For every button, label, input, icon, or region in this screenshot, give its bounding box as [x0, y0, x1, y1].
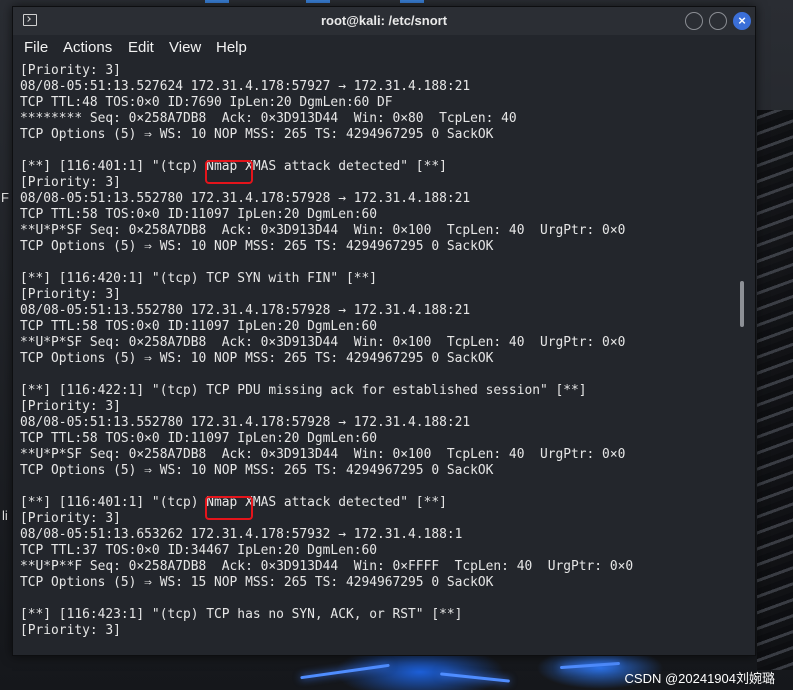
menu-bar: File Actions Edit View Help: [13, 35, 755, 61]
csdn-watermark: CSDN @20241904刘婉璐: [624, 671, 775, 686]
terminal-line: TCP Options (5) ⇒ WS: 10 NOP MSS: 265 TS…: [20, 239, 494, 254]
menu-file[interactable]: File: [24, 39, 48, 56]
terminal-line: **U*P**F Seq: 0×258A7DB8 Ack: 0×3D913D44…: [20, 559, 634, 574]
desktop-text-fragment: F: [1, 190, 9, 205]
panel-indicator: [400, 0, 424, 3]
menu-actions[interactable]: Actions: [63, 39, 112, 56]
terminal-line: [**] [116:401:1] "(tcp) Nmap XMAS attack…: [20, 159, 447, 174]
highlight-nmap: [205, 496, 253, 520]
terminal-line: TCP Options (5) ⇒ WS: 10 NOP MSS: 265 TS…: [20, 127, 494, 142]
minimize-button[interactable]: [685, 12, 703, 30]
menu-edit[interactable]: Edit: [128, 39, 154, 56]
terminal-line: [Priority: 3]: [20, 511, 121, 526]
terminal-lines: [Priority: 3] 08/08-05:51:13.527624 172.3…: [20, 63, 633, 639]
menu-help[interactable]: Help: [216, 39, 247, 56]
terminal-line: [**] [116:420:1] "(tcp) TCP SYN with FIN…: [20, 271, 377, 286]
panel-indicator: [205, 0, 229, 3]
terminal-line: **U*P*SF Seq: 0×258A7DB8 Ack: 0×3D913D44…: [20, 335, 626, 350]
terminal-line: TCP Options (5) ⇒ WS: 10 NOP MSS: 265 TS…: [20, 463, 494, 478]
desktop-text-fragment: li: [2, 508, 8, 523]
panel-indicator: [306, 0, 330, 3]
terminal-line: 08/08-05:51:13.552780 172.31.4.178:57928…: [20, 303, 471, 318]
terminal-line: TCP TTL:58 TOS:0×0 ID:11097 IpLen:20 Dgm…: [20, 207, 377, 222]
terminal-line: [Priority: 3]: [20, 399, 121, 414]
window-titlebar[interactable]: root@kali: /etc/snort ×: [13, 7, 755, 35]
terminal-line: 08/08-05:51:13.527624 172.31.4.178:57927…: [20, 79, 471, 94]
terminal-output[interactable]: [Priority: 3] 08/08-05:51:13.527624 172.3…: [13, 61, 755, 655]
terminal-line: [Priority: 3]: [20, 63, 121, 78]
close-button[interactable]: ×: [733, 12, 751, 30]
terminal-line: 08/08-05:51:13.653262 172.31.4.178:57932…: [20, 527, 463, 542]
terminal-line: TCP Options (5) ⇒ WS: 10 NOP MSS: 265 TS…: [20, 351, 494, 366]
window-title: root@kali: /etc/snort: [320, 13, 448, 28]
maximize-button[interactable]: [709, 12, 727, 30]
terminal-line: [Priority: 3]: [20, 175, 121, 190]
terminal-line: TCP TTL:58 TOS:0×0 ID:11097 IpLen:20 Dgm…: [20, 319, 377, 334]
terminal-line: [**] [116:422:1] "(tcp) TCP PDU missing …: [20, 383, 587, 398]
menu-view[interactable]: View: [169, 39, 201, 56]
terminal-line: 08/08-05:51:13.552780 172.31.4.178:57928…: [20, 191, 471, 206]
terminal-line: TCP TTL:48 TOS:0×0 ID:7690 IpLen:20 DgmL…: [20, 95, 393, 110]
terminal-line: 08/08-05:51:13.552780 172.31.4.178:57928…: [20, 415, 471, 430]
terminal-scrollbar[interactable]: [740, 281, 744, 327]
terminal-line: ******** Seq: 0×258A7DB8 Ack: 0×3D913D44…: [20, 111, 517, 126]
terminal-line: [Priority: 3]: [20, 623, 121, 638]
terminal-line: TCP Options (5) ⇒ WS: 15 NOP MSS: 265 TS…: [20, 575, 494, 590]
terminal-line: [Priority: 3]: [20, 287, 121, 302]
terminal-line: [**] [116:423:1] "(tcp) TCP has no SYN, …: [20, 607, 463, 622]
highlight-nmap: [205, 160, 253, 184]
terminal-line: [**] [116:401:1] "(tcp) Nmap XMAS attack…: [20, 495, 447, 510]
terminal-line: TCP TTL:58 TOS:0×0 ID:11097 IpLen:20 Dgm…: [20, 431, 377, 446]
wallpaper-dragon: [757, 110, 793, 670]
terminal-line: **U*P*SF Seq: 0×258A7DB8 Ack: 0×3D913D44…: [20, 223, 626, 238]
terminal-window[interactable]: root@kali: /etc/snort × File Actions Edi…: [12, 6, 756, 656]
terminal-line: TCP TTL:37 TOS:0×0 ID:34467 IpLen:20 Dgm…: [20, 543, 377, 558]
terminal-line: **U*P*SF Seq: 0×258A7DB8 Ack: 0×3D913D44…: [20, 447, 626, 462]
